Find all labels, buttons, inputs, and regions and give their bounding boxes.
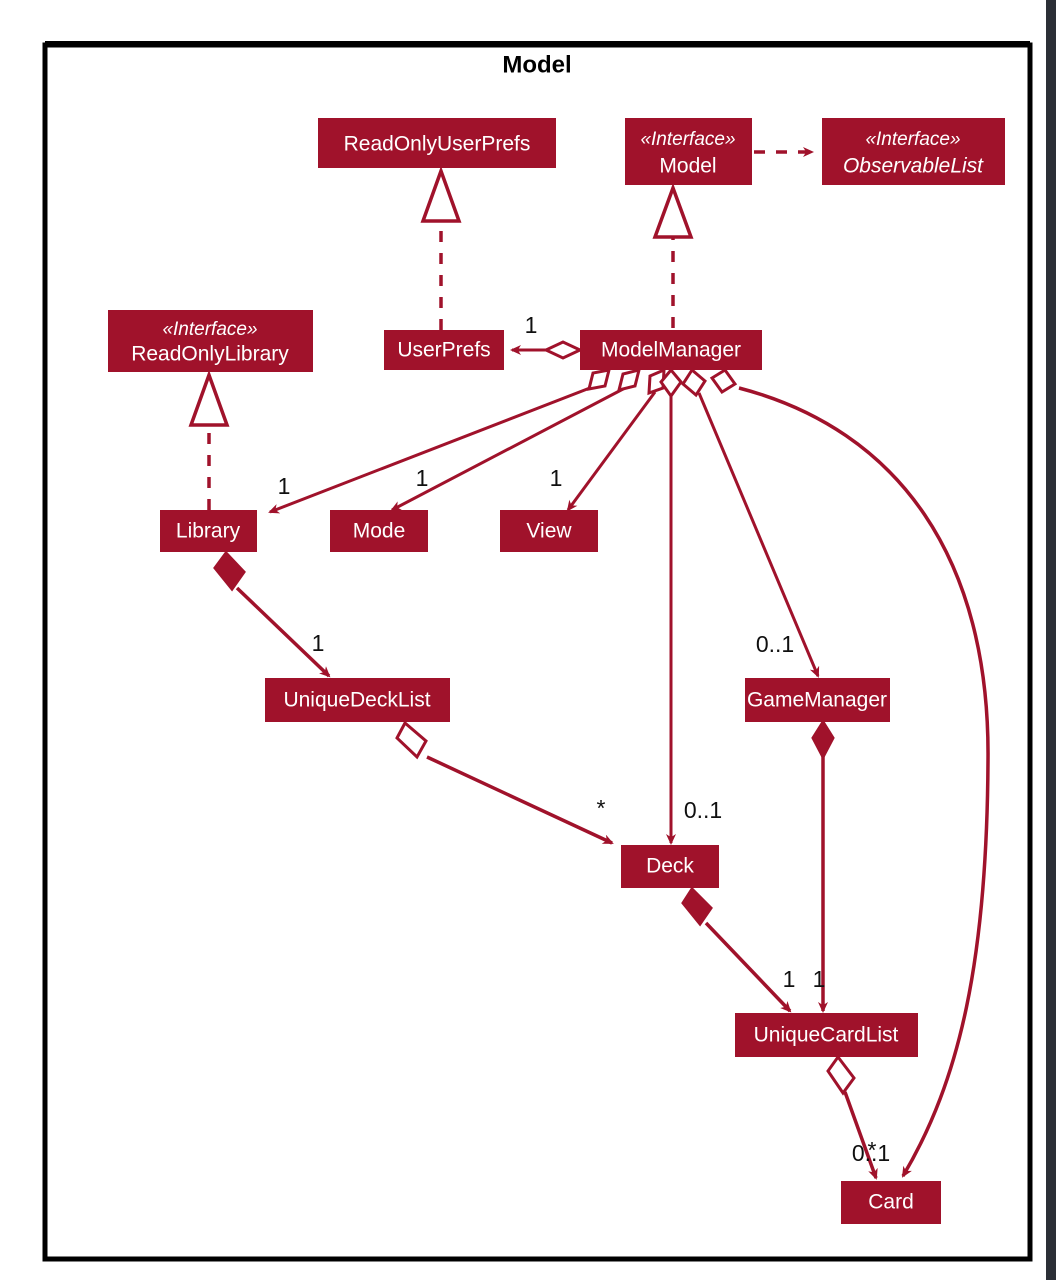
- class-name-deck: Deck: [646, 855, 694, 878]
- class-name-userprefs: UserPrefs: [397, 339, 490, 362]
- class-box-uniquecardlist[interactable]: UniqueCardList: [735, 1013, 918, 1057]
- class-box-library[interactable]: Library: [160, 510, 257, 552]
- class-box-observablelist[interactable]: «Interface» ObservableList: [822, 118, 1005, 185]
- class-box-deck[interactable]: Deck: [621, 845, 719, 888]
- class-name-mode: Mode: [353, 520, 406, 543]
- multiplicity-library: 1: [278, 473, 291, 499]
- multiplicity-deck-modelmanager: 0..1: [684, 797, 722, 823]
- class-name-card: Card: [868, 1191, 914, 1214]
- class-stereotype-readonlylibrary: «Interface»: [162, 319, 257, 340]
- multiplicity-deck-star: *: [597, 795, 606, 821]
- class-box-model[interactable]: «Interface» Model: [625, 118, 752, 185]
- class-name-readonlyuserprefs: ReadOnlyUserPrefs: [344, 133, 531, 156]
- class-box-card[interactable]: Card: [841, 1181, 941, 1224]
- class-stereotype-model: «Interface»: [640, 129, 735, 150]
- multiplicity-uniquecardlist-gamemanager: 1: [813, 966, 826, 992]
- class-box-gamemanager[interactable]: GameManager: [745, 678, 890, 722]
- class-name-library: Library: [176, 520, 241, 543]
- class-name-readonlylibrary: ReadOnlyLibrary: [131, 343, 289, 366]
- class-name-model: Model: [659, 155, 716, 178]
- class-name-uniquedecklist: UniqueDeckList: [283, 689, 430, 712]
- class-box-readonlylibrary[interactable]: «Interface» ReadOnlyLibrary: [108, 310, 313, 372]
- class-stereotype-observablelist: «Interface»: [865, 129, 960, 150]
- diagram-frame: Model: [42, 41, 1033, 1262]
- class-box-modelmanager[interactable]: ModelManager: [580, 330, 762, 370]
- class-box-readonlyuserprefs[interactable]: ReadOnlyUserPrefs: [318, 118, 556, 168]
- class-name-gamemanager: GameManager: [747, 689, 887, 712]
- uml-class-diagram: Model ReadOnlyUserPrefs «Interface» Mode…: [42, 41, 1033, 1262]
- class-name-uniquecardlist: UniqueCardList: [754, 1024, 899, 1047]
- class-name-view: View: [526, 520, 572, 543]
- class-box-mode[interactable]: Mode: [330, 510, 428, 552]
- multiplicity-card-star: *: [868, 1137, 877, 1163]
- multiplicity-userprefs: 1: [525, 312, 538, 338]
- class-box-view[interactable]: View: [500, 510, 598, 552]
- class-name-observablelist: ObservableList: [843, 155, 984, 178]
- diagram-canvas: Model ReadOnlyUserPrefs «Interface» Mode…: [0, 0, 1056, 1280]
- multiplicity-mode: 1: [416, 465, 429, 491]
- frame-title: Model: [502, 51, 571, 78]
- class-name-modelmanager: ModelManager: [601, 339, 741, 362]
- multiplicity-gamemanager: 0..1: [756, 631, 794, 657]
- class-box-userprefs[interactable]: UserPrefs: [384, 330, 504, 370]
- class-box-uniquedecklist[interactable]: UniqueDeckList: [265, 678, 450, 722]
- multiplicity-uniquedecklist: 1: [312, 630, 325, 656]
- multiplicity-uniquecardlist-deck: 1: [783, 966, 796, 992]
- multiplicity-view: 1: [550, 465, 563, 491]
- page-gutter: [1046, 0, 1056, 1280]
